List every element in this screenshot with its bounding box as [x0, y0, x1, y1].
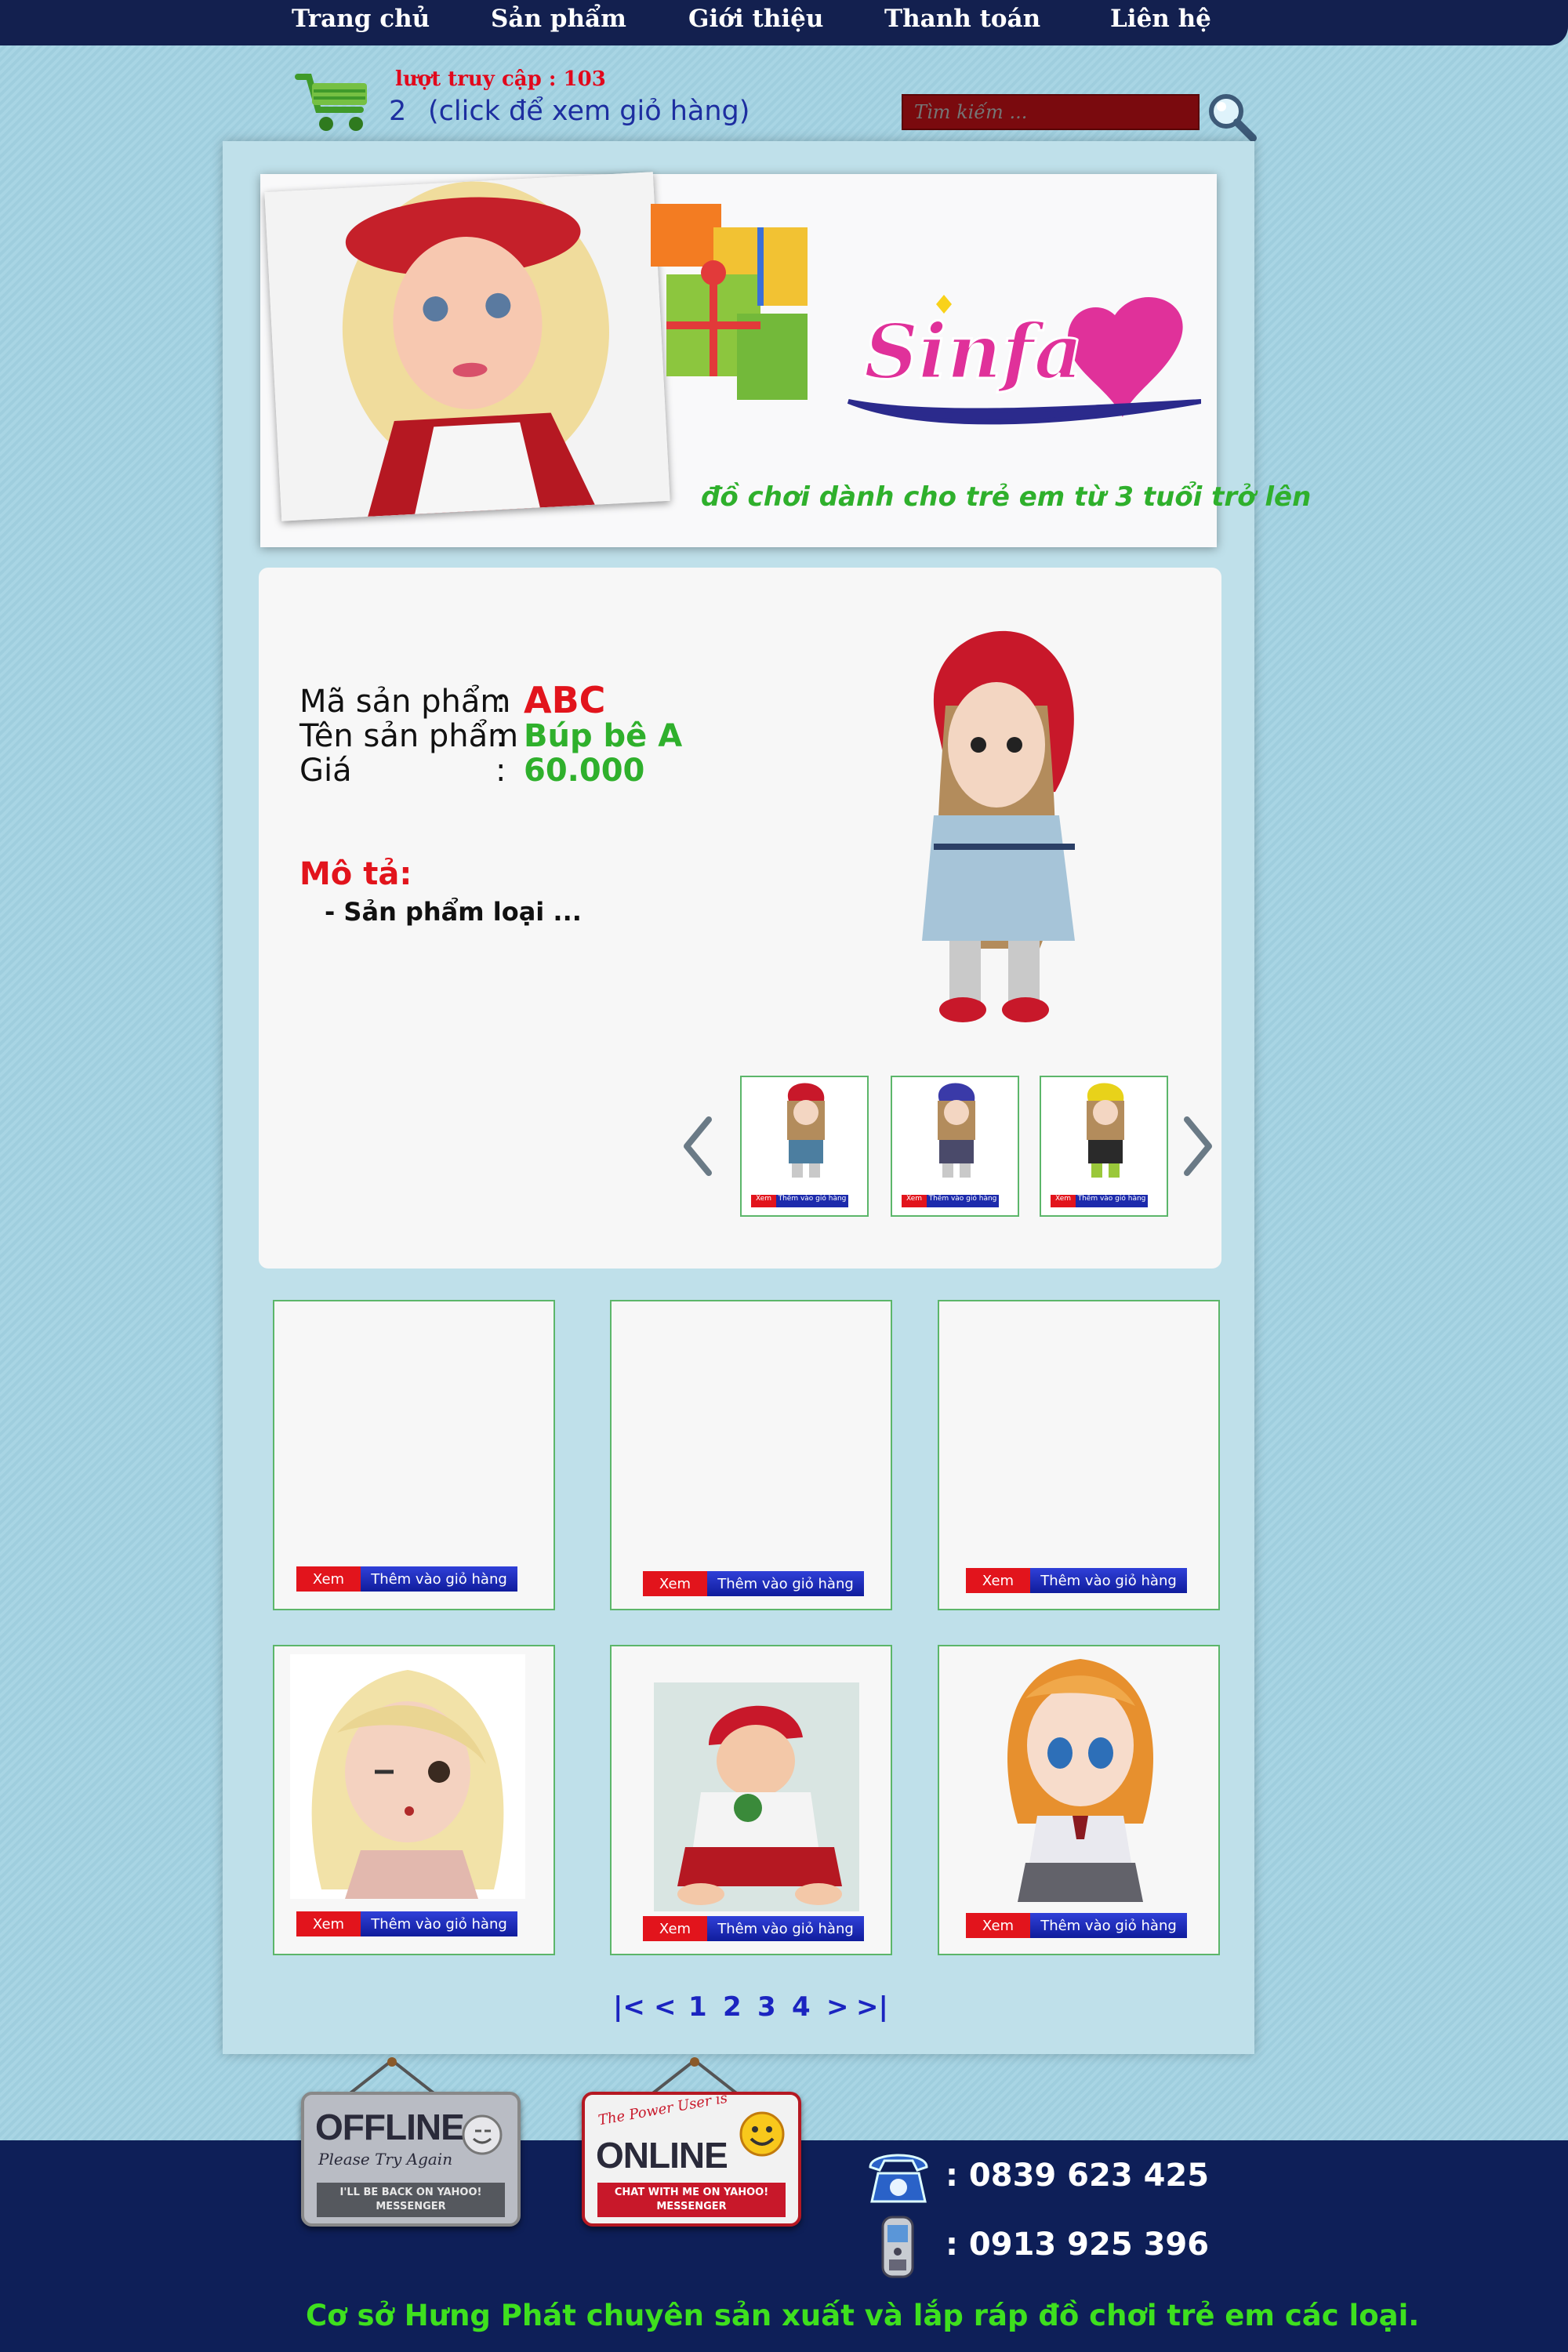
product-card: Xem Thêm vào giỏ hàng — [938, 1645, 1220, 1955]
product-main-image — [891, 612, 1102, 1035]
product-code-label: Mã sản phẩm — [299, 684, 511, 720]
product-image — [290, 1654, 525, 1899]
thumb-add-button[interactable]: Thêm vào giỏ hàng — [1076, 1195, 1148, 1207]
thumb-add-button[interactable]: Thêm vào giỏ hàng — [776, 1195, 848, 1207]
search-input[interactable] — [902, 94, 1200, 130]
thumb-view-button[interactable]: Xem — [902, 1195, 927, 1207]
view-button[interactable]: Xem — [296, 1911, 361, 1936]
banner: Sinfa đồ chơi dành cho trẻ em từ 3 tuổi … — [260, 172, 1311, 547]
product-name-label: Tên sản phẩm — [299, 718, 519, 754]
sign-hanger — [345, 2057, 439, 2096]
online-title: ONLINE — [596, 2135, 728, 2176]
visit-counter: lượt truy cập : 103 — [395, 67, 606, 91]
description-text: - Sản phẩm loại ... — [325, 897, 582, 927]
top-nav: Trang chủ Sản phẩm Giới thiệu Thanh toán… — [0, 0, 1568, 45]
thumbnail-1[interactable]: Xem Thêm vào giỏ hàng — [740, 1076, 869, 1217]
banner-doll-photo — [264, 172, 670, 521]
view-button[interactable]: Xem — [966, 1568, 1030, 1593]
colon-2: : — [495, 718, 506, 754]
view-button[interactable]: Xem — [643, 1916, 707, 1941]
add-to-cart-button[interactable]: Thêm vào giỏ hàng — [361, 1911, 517, 1936]
offline-smiley-icon — [461, 2114, 503, 2156]
product-card: Xem Thêm vào giỏ hàng — [610, 1300, 892, 1610]
add-to-cart-button[interactable]: Thêm vào giỏ hàng — [707, 1916, 864, 1941]
telephone-icon — [866, 2147, 931, 2205]
page-prev[interactable]: < — [654, 1991, 677, 2023]
nav-home[interactable]: Trang chủ — [292, 5, 430, 33]
product-price: 60.000 — [524, 753, 645, 789]
page-1[interactable]: 1 — [688, 1991, 707, 2023]
view-button[interactable]: Xem — [643, 1571, 707, 1596]
product-price-label: Giá — [299, 753, 352, 789]
sign-hanger — [648, 2057, 742, 2096]
nav-checkout[interactable]: Thanh toán — [884, 5, 1040, 33]
thumbnail-3[interactable]: Xem Thêm vào giỏ hàng — [1040, 1076, 1168, 1217]
search-icon[interactable] — [1204, 91, 1259, 143]
page-last[interactable]: >| — [856, 1991, 888, 2023]
page-4[interactable]: 4 — [792, 1991, 811, 2023]
add-to-cart-button[interactable]: Thêm vào giỏ hàng — [1030, 1568, 1187, 1593]
cart-count: 2 — [389, 96, 407, 127]
page-2[interactable]: 2 — [723, 1991, 742, 2023]
view-button[interactable]: Xem — [296, 1566, 361, 1592]
product-code: ABC — [524, 679, 606, 721]
product-card: Xem Thêm vào giỏ hàng — [610, 1645, 892, 1955]
carousel-next-icon[interactable] — [1182, 1116, 1214, 1176]
banner-tagline: đồ chơi dành cho trẻ em từ 3 tuổi trở lê… — [701, 481, 1312, 513]
cart-icon[interactable] — [295, 69, 373, 135]
sinfa-logo: Sinfa — [833, 284, 1202, 433]
svg-text:Sinfa: Sinfa — [864, 307, 1083, 396]
online-top-text: The Power User is — [597, 2089, 729, 2129]
colon-3: : — [495, 753, 506, 789]
page-3[interactable]: 3 — [757, 1991, 776, 2023]
phone-number-2: : 0913 925 396 — [946, 2227, 1210, 2263]
colon-1: : — [495, 684, 506, 720]
offline-subtitle: Please Try Again — [318, 2150, 453, 2169]
nav-products[interactable]: Sản phẩm — [491, 5, 626, 33]
add-to-cart-button[interactable]: Thêm vào giỏ hàng — [361, 1566, 517, 1592]
footer-slogan: Cơ sở Hưng Phát chuyên sản xuất và lắp r… — [306, 2299, 1420, 2332]
description-label: Mô tả: — [299, 856, 412, 892]
offline-title: OFFLINE — [315, 2107, 465, 2147]
product-image — [654, 1682, 859, 1911]
product-image — [994, 1651, 1167, 1907]
product-card: Xem Thêm vào giỏ hàng — [273, 1645, 555, 1955]
thumb-add-button[interactable]: Thêm vào giỏ hàng — [927, 1195, 999, 1207]
mobile-phone-icon — [878, 2216, 917, 2278]
online-note: CHAT WITH ME ON YAHOO! MESSENGER — [597, 2183, 786, 2217]
add-to-cart-button[interactable]: Thêm vào giỏ hàng — [707, 1571, 864, 1596]
product-name: Búp bê A — [524, 718, 683, 754]
page-first[interactable]: |< — [613, 1991, 645, 2023]
nav-about[interactable]: Giới thiệu — [688, 5, 823, 33]
offline-note: I'LL BE BACK ON YAHOO! MESSENGER — [317, 2183, 505, 2217]
product-card: Xem Thêm vào giỏ hàng — [938, 1300, 1220, 1610]
nav-contact[interactable]: Liên hệ — [1110, 5, 1211, 33]
phone-number-1: : 0839 623 425 — [946, 2158, 1210, 2194]
gift-boxes — [643, 180, 831, 416]
yahoo-offline-badge[interactable]: OFFLINE Please Try Again I'LL BE BACK ON… — [301, 2092, 521, 2227]
thumbnail-2[interactable]: Xem Thêm vào giỏ hàng — [891, 1076, 1019, 1217]
thumb-view-button[interactable]: Xem — [1051, 1195, 1076, 1207]
thumb-view-button[interactable]: Xem — [751, 1195, 776, 1207]
yahoo-online-badge[interactable]: The Power User is ONLINE CHAT WITH ME ON… — [582, 2089, 801, 2227]
view-cart-link[interactable]: (click để xem giỏ hàng) — [428, 96, 750, 127]
page-next[interactable]: > — [826, 1991, 849, 2023]
product-card: Xem Thêm vào giỏ hàng — [273, 1300, 555, 1610]
view-button[interactable]: Xem — [966, 1913, 1030, 1938]
carousel-prev-icon[interactable] — [682, 1116, 713, 1176]
add-to-cart-button[interactable]: Thêm vào giỏ hàng — [1030, 1913, 1187, 1938]
online-smiley-icon — [739, 2111, 786, 2158]
